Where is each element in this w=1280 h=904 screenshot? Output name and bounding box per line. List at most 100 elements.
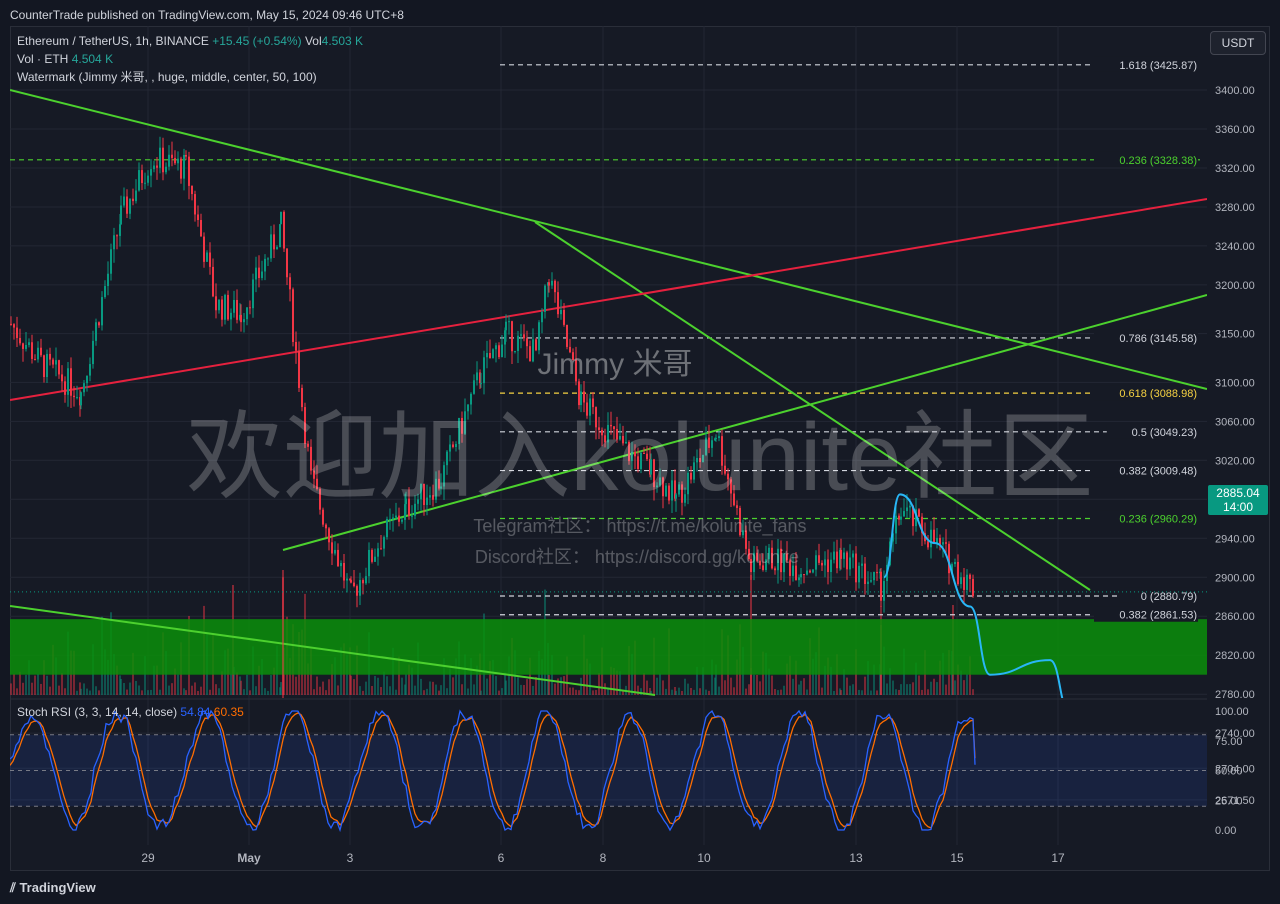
volume-bar bbox=[264, 688, 266, 695]
candle-body bbox=[171, 154, 173, 158]
price-tick-label: 3360.00 bbox=[1215, 124, 1255, 136]
volume-bar bbox=[753, 674, 755, 695]
candle-body bbox=[252, 279, 254, 309]
volume-bar bbox=[371, 686, 373, 695]
price-tick-label: 3240.00 bbox=[1215, 241, 1255, 253]
candle-body bbox=[185, 154, 187, 157]
candle-body bbox=[566, 324, 568, 347]
candle-body bbox=[95, 322, 97, 341]
volume-bar bbox=[912, 682, 914, 695]
time-tick-label: 17 bbox=[1051, 851, 1065, 865]
candle-body bbox=[774, 568, 776, 571]
volume-bar bbox=[659, 673, 661, 695]
volume-bar bbox=[461, 684, 463, 695]
candle-body bbox=[969, 574, 971, 579]
volume-bar bbox=[123, 683, 125, 695]
price-tick-label: 3150.00 bbox=[1215, 329, 1255, 341]
symbol-legend: Ethereum / TetherUS, 1h, BINANCE +15.45 … bbox=[17, 34, 363, 48]
candle-body bbox=[492, 349, 494, 359]
candle-body bbox=[377, 548, 379, 557]
volume-bar bbox=[906, 684, 908, 695]
candle-body bbox=[283, 211, 285, 249]
price-chart[interactable]: 1.618 (3425.87) 0.236 (3328.38) 0.786 (314… bbox=[0, 0, 1280, 904]
candle-body bbox=[898, 515, 900, 520]
volume-bar bbox=[687, 683, 689, 695]
price-tick-label: 3020.00 bbox=[1215, 455, 1255, 467]
price-tick-label: 3280.00 bbox=[1215, 202, 1255, 214]
volume-bar bbox=[197, 690, 199, 695]
candle-body bbox=[963, 577, 965, 590]
price-tick-label: 2740.00 bbox=[1215, 728, 1255, 740]
volume-bar bbox=[803, 678, 805, 695]
candle-body bbox=[16, 327, 18, 338]
candle-body bbox=[374, 556, 376, 562]
vol-label: Vol bbox=[304, 34, 322, 48]
volume-bar bbox=[656, 677, 658, 695]
currency-button[interactable]: USDT bbox=[1210, 31, 1266, 55]
volume-bar bbox=[19, 671, 21, 695]
volume-bar bbox=[520, 684, 522, 695]
candle-body bbox=[197, 214, 199, 221]
volume-bar bbox=[966, 674, 968, 695]
candle-body bbox=[177, 158, 179, 164]
volume-bar bbox=[22, 682, 24, 695]
price-tick-label: 2704.00 bbox=[1215, 763, 1255, 775]
candle-body bbox=[141, 170, 143, 184]
volume-bar bbox=[129, 682, 131, 695]
volume-bar bbox=[972, 689, 974, 695]
time-tick-label: May bbox=[237, 851, 261, 865]
candle-body bbox=[236, 299, 238, 320]
volume-bar bbox=[684, 678, 686, 695]
volume-bar bbox=[517, 677, 519, 695]
volume-bar bbox=[748, 684, 750, 695]
volume-bar bbox=[619, 671, 621, 695]
volume-bar bbox=[705, 689, 707, 695]
candle-body bbox=[233, 299, 235, 313]
volume-bar bbox=[359, 686, 361, 695]
candle-body bbox=[270, 234, 272, 259]
candle-body bbox=[523, 334, 525, 339]
volume-bar bbox=[473, 684, 475, 695]
price-tick-label: 2940.00 bbox=[1215, 533, 1255, 545]
volume-bar bbox=[218, 688, 220, 695]
volume-bar bbox=[141, 690, 143, 695]
volume-bar bbox=[501, 688, 503, 695]
volume-bar bbox=[319, 686, 321, 695]
candle-body bbox=[89, 364, 91, 376]
volume-bar bbox=[945, 684, 947, 695]
volume-bar bbox=[40, 683, 42, 695]
candle-body bbox=[389, 518, 391, 520]
candle-body bbox=[900, 516, 902, 520]
candle-body bbox=[46, 353, 48, 378]
volume-bar bbox=[730, 677, 732, 695]
stoch-rsi-label: Stoch RSI (3, 3, 14, 14, close) bbox=[17, 705, 178, 719]
volume-bar bbox=[840, 690, 842, 695]
volume-bar bbox=[183, 688, 185, 695]
volume-bar bbox=[662, 680, 664, 695]
volume-bar bbox=[34, 675, 36, 695]
candle-body bbox=[129, 198, 131, 214]
volume-bar bbox=[792, 678, 794, 695]
candle-body bbox=[895, 515, 897, 534]
watermark-legend: Watermark (Jimmy 米哥, , huge, middle, cen… bbox=[17, 70, 317, 84]
candle-body bbox=[337, 549, 339, 567]
candle-body bbox=[942, 542, 944, 545]
volume-bar bbox=[377, 677, 379, 695]
candle-body bbox=[972, 578, 974, 597]
volume-bar bbox=[693, 689, 695, 695]
candle-body bbox=[261, 271, 263, 278]
candle-body bbox=[10, 323, 12, 325]
candle-body bbox=[206, 252, 208, 262]
candle-body bbox=[276, 247, 278, 250]
candle-body bbox=[138, 170, 140, 191]
candle-body bbox=[120, 205, 122, 225]
volume-bar bbox=[76, 690, 78, 695]
candle-body bbox=[209, 252, 211, 267]
candle-body bbox=[957, 561, 959, 585]
candle-body bbox=[873, 571, 875, 581]
volume-bar bbox=[936, 682, 938, 695]
volume-bar bbox=[168, 685, 170, 695]
volume-bar bbox=[194, 682, 196, 695]
volume-bar bbox=[798, 684, 800, 695]
candle-body bbox=[486, 353, 488, 358]
